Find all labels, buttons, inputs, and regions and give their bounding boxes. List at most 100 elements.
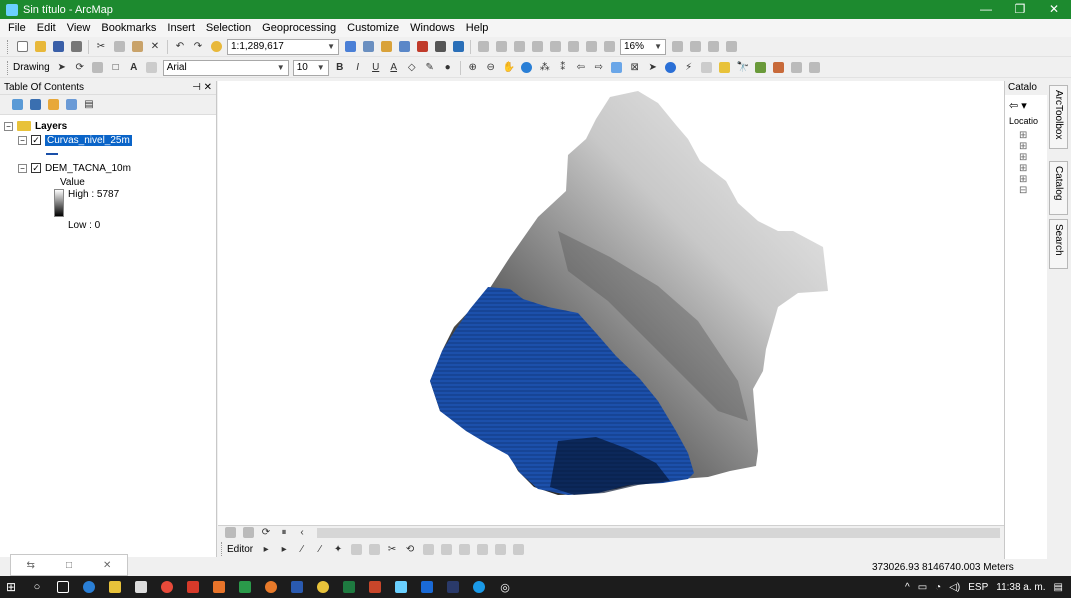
chrome-icon[interactable]: [156, 576, 178, 598]
marker-color-icon[interactable]: ●: [440, 60, 456, 76]
search-icon[interactable]: ○: [26, 576, 48, 598]
powerpoint-icon[interactable]: [364, 576, 386, 598]
toolbar-grip[interactable]: [7, 60, 10, 75]
bold-button[interactable]: B: [332, 60, 348, 76]
layout-tool-icon[interactable]: [511, 39, 527, 55]
mail-icon[interactable]: [182, 576, 204, 598]
firefox-icon[interactable]: [260, 576, 282, 598]
map-display[interactable]: [218, 81, 1004, 525]
editor-menu[interactable]: Editor: [227, 544, 253, 555]
toc-window-icon[interactable]: [360, 39, 376, 55]
new-document-icon[interactable]: [14, 39, 30, 55]
menu-view[interactable]: View: [63, 22, 98, 34]
map-scrollbar[interactable]: ⟳ ⏸ ‹: [218, 525, 1004, 539]
layout-tool-icon[interactable]: [705, 39, 721, 55]
notifications-icon[interactable]: ▤: [1054, 582, 1063, 593]
forward-icon[interactable]: ⇨: [591, 60, 607, 76]
menu-windows[interactable]: Windows: [406, 22, 462, 34]
word-icon[interactable]: [286, 576, 308, 598]
viewer-icon[interactable]: [807, 60, 823, 76]
identify-icon[interactable]: [663, 60, 679, 76]
copy-icon[interactable]: [111, 39, 127, 55]
split-icon[interactable]: [348, 541, 364, 557]
straight-segment-icon[interactable]: ∕: [294, 541, 310, 557]
menu-bookmarks[interactable]: Bookmarks: [97, 22, 163, 34]
menu-edit[interactable]: Edit: [33, 22, 63, 34]
new-text-icon[interactable]: A: [126, 60, 142, 76]
font-size-combo[interactable]: 10 ▼: [292, 59, 329, 76]
layout-tool-icon[interactable]: [669, 39, 685, 55]
tab-catalog[interactable]: Catalog: [1049, 161, 1068, 215]
layout-tool-icon[interactable]: [723, 39, 739, 55]
redo-icon[interactable]: ↷: [190, 39, 206, 55]
layout-tool-icon[interactable]: [493, 39, 509, 55]
scale-combo[interactable]: 1:1,289,617 ▼: [227, 38, 339, 55]
line-color-icon[interactable]: ✎: [422, 60, 438, 76]
topology-icon[interactable]: [492, 541, 508, 557]
zoom-to-elements-icon[interactable]: [90, 60, 106, 76]
fixed-zoom-out-icon[interactable]: ⁑: [555, 60, 571, 76]
layout-tool-icon[interactable]: [583, 39, 599, 55]
time-slider-icon[interactable]: [789, 60, 805, 76]
list-by-visibility-icon[interactable]: [45, 97, 61, 113]
layout-tool-icon[interactable]: [601, 39, 617, 55]
pan-icon[interactable]: ✋: [501, 60, 517, 76]
create-features-icon[interactable]: [456, 541, 472, 557]
start-button[interactable]: ⊞: [0, 576, 22, 598]
html-popup-icon[interactable]: [699, 60, 715, 76]
tab-arctoolbox[interactable]: ArcToolbox: [1049, 85, 1068, 149]
file-explorer-icon[interactable]: [104, 576, 126, 598]
curve-icon[interactable]: ∕: [312, 541, 328, 557]
map-canvas[interactable]: [218, 81, 1004, 525]
task-view-icon[interactable]: [52, 576, 74, 598]
hyperlink-icon[interactable]: ⚡: [681, 60, 697, 76]
select-element-icon[interactable]: ➤: [645, 60, 661, 76]
menu-help[interactable]: Help: [462, 22, 496, 34]
georef-icon[interactable]: [474, 541, 490, 557]
undo-icon[interactable]: ↶: [172, 39, 188, 55]
maximize-button[interactable]: ❐: [1003, 0, 1037, 19]
wifi-icon[interactable]: ◔: [935, 582, 941, 593]
layer-name-contours[interactable]: Curvas_nivel_25m: [45, 134, 132, 146]
catalog-window-icon[interactable]: [378, 39, 394, 55]
tab-search[interactable]: Search: [1049, 219, 1068, 269]
scrollbar-thumb[interactable]: [317, 527, 1000, 538]
toolbar-grip[interactable]: [7, 39, 10, 54]
delete-icon[interactable]: ✕: [147, 39, 163, 55]
cut-icon[interactable]: ✂: [93, 39, 109, 55]
search-window-icon[interactable]: [396, 39, 412, 55]
layout-tool-icon[interactable]: [529, 39, 545, 55]
fill-color-icon[interactable]: ◇: [404, 60, 420, 76]
reshape-icon[interactable]: [366, 541, 382, 557]
app-icon[interactable]: ◎: [494, 576, 516, 598]
clear-selection-icon[interactable]: ⊠: [627, 60, 643, 76]
cut-polygon-icon[interactable]: ✂: [384, 541, 400, 557]
store-icon[interactable]: [130, 576, 152, 598]
arcmap-taskbar-icon[interactable]: [390, 576, 412, 598]
python-window-icon[interactable]: [432, 39, 448, 55]
catalog-tree[interactable]: ⊞ ⊞ ⊞ ⊞ ⊞ ⊟: [1019, 130, 1047, 196]
layers-group-row[interactable]: − Layers: [4, 119, 216, 133]
editor-toolbar-icon[interactable]: [342, 39, 358, 55]
save-icon[interactable]: [50, 39, 66, 55]
go-to-xy-icon[interactable]: [771, 60, 787, 76]
options-icon[interactable]: ▤: [81, 97, 97, 113]
layout-zoom-combo[interactable]: 16% ▼: [620, 38, 666, 55]
app-icon[interactable]: [234, 576, 256, 598]
list-by-drawing-order-icon[interactable]: [9, 97, 25, 113]
menu-insert[interactable]: Insert: [163, 22, 202, 34]
clock[interactable]: 11:38 a. m.: [996, 582, 1045, 593]
layout-tool-icon[interactable]: [547, 39, 563, 55]
edit-annotation-icon[interactable]: ▸: [276, 541, 292, 557]
layout-tool-icon[interactable]: [687, 39, 703, 55]
edit-tool-icon[interactable]: ▸: [258, 541, 274, 557]
sketch-properties-icon[interactable]: [438, 541, 454, 557]
layer-row-dem[interactable]: − ✓ DEM_TACNA_10m: [4, 161, 216, 175]
pin-icon[interactable]: ⊣ ✕: [192, 82, 212, 93]
zoom-out-icon[interactable]: ⊖: [483, 60, 499, 76]
find-icon[interactable]: 🔭: [735, 60, 751, 76]
add-data-icon[interactable]: [208, 39, 224, 55]
collapse-icon[interactable]: −: [18, 163, 27, 173]
modelbuilder-icon[interactable]: [450, 39, 466, 55]
language-indicator[interactable]: ESP: [968, 582, 988, 593]
